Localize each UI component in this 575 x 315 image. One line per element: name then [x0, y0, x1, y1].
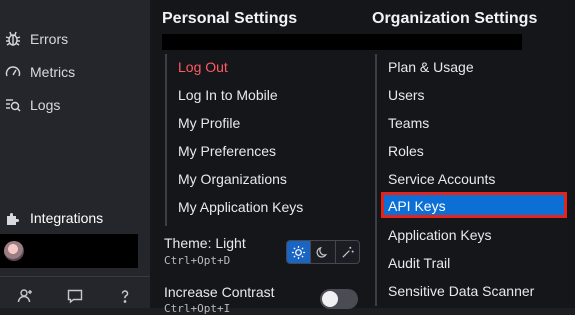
sidebar-item-logs[interactable]: Logs: [4, 93, 60, 117]
settings-menu-panel: Personal Settings Organization Settings …: [150, 0, 575, 315]
teams-link[interactable]: Teams: [388, 114, 429, 132]
personal-settings-title: Personal Settings: [162, 10, 298, 27]
puzzle-icon: [4, 209, 22, 227]
sidebar-footer: [0, 284, 150, 308]
chat-icon[interactable]: [66, 287, 84, 305]
avatar: [4, 241, 24, 261]
increase-contrast-shortcut: Ctrl+Opt+I: [164, 302, 231, 315]
redacted-bar: [162, 34, 522, 50]
sensitive-data-scanner-link[interactable]: Sensitive Data Scanner: [388, 282, 534, 300]
user-menu[interactable]: [0, 234, 138, 268]
bug-icon: [4, 30, 22, 48]
increase-contrast-toggle[interactable]: [320, 289, 358, 309]
plan-usage-link[interactable]: Plan & Usage: [388, 58, 474, 76]
theme-shortcut: Ctrl+Opt+D: [164, 254, 231, 267]
help-icon[interactable]: [116, 287, 134, 305]
left-sidebar: Errors Metrics Logs Integrations: [0, 0, 151, 308]
login-mobile-link[interactable]: Log In to Mobile: [178, 86, 278, 104]
sidebar-item-label: Integrations: [30, 210, 104, 226]
increase-contrast-label: Increase Contrast: [164, 284, 275, 300]
sidebar-item-label: Metrics: [30, 64, 76, 80]
api-keys-label: API Keys: [388, 198, 446, 214]
my-organizations-link[interactable]: My Organizations: [178, 170, 287, 188]
service-accounts-link[interactable]: Service Accounts: [388, 170, 495, 188]
organization-settings-title: Organization Settings: [372, 10, 538, 27]
my-profile-link[interactable]: My Profile: [178, 114, 240, 132]
org-column-rule: [375, 54, 377, 306]
application-keys-link[interactable]: Application Keys: [388, 226, 492, 244]
theme-label: Theme: Light: [164, 235, 246, 251]
auto-icon[interactable]: [336, 241, 359, 263]
sidebar-item-metrics[interactable]: Metrics: [4, 60, 75, 84]
theme-toggle: [286, 240, 360, 264]
logout-link[interactable]: Log Out: [178, 58, 228, 76]
add-user-icon[interactable]: [16, 287, 34, 305]
divider: [0, 276, 150, 277]
toggle-knob: [322, 291, 338, 307]
sun-icon[interactable]: [287, 241, 312, 263]
sidebar-item-label: Errors: [30, 31, 69, 47]
gauge-icon: [4, 63, 22, 81]
roles-link[interactable]: Roles: [388, 142, 424, 160]
sidebar-item-label: Logs: [30, 97, 61, 113]
moon-icon[interactable]: [311, 241, 336, 263]
users-link[interactable]: Users: [388, 86, 425, 104]
audit-trail-link[interactable]: Audit Trail: [388, 254, 450, 272]
my-application-keys-link[interactable]: My Application Keys: [178, 198, 303, 216]
sidebar-item-errors[interactable]: Errors: [4, 27, 68, 51]
personal-column-rule: [165, 54, 167, 226]
my-preferences-link[interactable]: My Preferences: [178, 142, 276, 160]
sidebar-item-integrations[interactable]: Integrations: [4, 206, 103, 230]
logs-icon: [4, 96, 22, 114]
